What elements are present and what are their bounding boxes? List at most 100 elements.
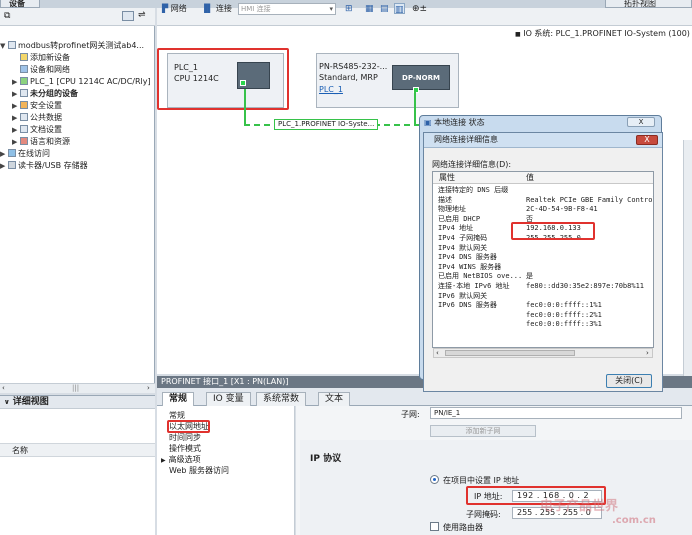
column-property[interactable]: 属性 (439, 172, 455, 183)
chevron-down-icon: ▾ (329, 5, 333, 13)
grid-icon[interactable]: ▦ (365, 3, 374, 15)
details-property-column: 连接特定的 DNS 后缀 描述 物理地址 已启用 DHCP IPv4 地址 IP… (438, 186, 526, 330)
ip-address-label: IP 地址: (474, 492, 503, 501)
expander-icon[interactable]: ▶ (12, 88, 20, 100)
network-adapter-icon: ▣ (424, 118, 432, 127)
split-view-icon[interactable]: ⇌ (138, 10, 146, 20)
tree-item-languages[interactable]: ▶ 语言和资源 (0, 136, 155, 148)
tree-item-ungrouped[interactable]: ▶ 未分组的设备 (0, 88, 155, 100)
project-tree: ▼ modbus转profinet网关测试ab4... 添加新设备 设备和网络 ▶… (0, 40, 155, 172)
scroll-right-icon[interactable]: › (147, 384, 150, 392)
list-item: 连接-本地 IPv6 地址 (438, 281, 510, 290)
list-item-value (526, 263, 653, 273)
expander-icon[interactable]: ▶ (12, 76, 20, 88)
scroll-grip-icon[interactable]: ||| (72, 384, 79, 392)
nav-item-advanced[interactable]: ▶ 高级选项 (157, 454, 294, 465)
gateway-name: PN-RS485-232-... (319, 62, 388, 71)
canvas-vertical-scrollbar[interactable] (683, 140, 692, 376)
tree-item-project[interactable]: ▼ modbus转profinet网关测试ab4... (0, 40, 155, 52)
tab-system-constants[interactable]: 系统常数 (256, 392, 307, 406)
bus-line (244, 89, 246, 125)
highlight-box (157, 48, 289, 110)
tab-texts[interactable]: 文本 (318, 392, 351, 406)
nav-item-web-server[interactable]: Web 服务器访问 (157, 465, 294, 476)
table-icon[interactable]: ▤ (380, 3, 389, 15)
watermark: 电子产品世界 (540, 499, 619, 514)
tree-item-card-reader[interactable]: ▶ 读卡器/USB 存储器 (0, 160, 155, 172)
nav-item-time-sync[interactable]: 时间同步 (157, 432, 294, 443)
detail-view-title: 详细视图 (12, 397, 49, 407)
list-item-value (526, 244, 653, 254)
scroll-left-icon[interactable]: ‹ (436, 349, 439, 357)
connection-type-select[interactable]: HMI 连接 ▾ (238, 3, 336, 15)
expander-icon[interactable]: ▶ (12, 124, 20, 136)
use-router-checkbox[interactable] (430, 522, 439, 531)
list-item-value: Realtek PCIe GBE Family Controller (526, 195, 653, 204)
expander-icon[interactable]: ▶ (161, 457, 166, 464)
tree-item-doc-settings[interactable]: ▶ 文档设置 (0, 124, 155, 136)
tab-io-tags[interactable]: IO 变量 (206, 392, 251, 406)
expander-icon[interactable]: ▶ (0, 160, 8, 172)
list-item: 连接特定的 DNS 后缀 (438, 186, 509, 194)
set-ip-in-project-label: 在项目中设置 IP 地址 (443, 476, 520, 485)
set-ip-in-project-radio[interactable] (430, 475, 439, 484)
subnet-select[interactable]: PN/IE_1 (430, 407, 682, 419)
scrollbar-thumb[interactable] (445, 350, 575, 356)
use-router-label: 使用路由器 (443, 523, 483, 532)
tree-item-common-data[interactable]: ▶ 公共数据 (0, 112, 155, 124)
scroll-right-icon[interactable]: › (646, 349, 649, 357)
list-item-value (526, 186, 653, 196)
close-icon[interactable]: X (627, 117, 655, 127)
list-item-value: fec0:0:0:ffff::3%1 (526, 320, 602, 329)
details-caption: 网络连接详细信息(D): (432, 160, 512, 169)
zoom-icon[interactable]: ⊕± (412, 3, 427, 15)
tree-horizontal-scrollbar[interactable]: ‹ ||| › (0, 383, 155, 393)
gateway-controller-link[interactable]: PLC_1 (319, 85, 343, 94)
expander-icon[interactable]: ▶ (12, 112, 20, 124)
nav-item-operating-mode[interactable]: 操作模式 (157, 443, 294, 454)
scroll-left-icon[interactable]: ‹ (2, 384, 5, 392)
bus-line (414, 90, 416, 125)
tree-item-devices-networks[interactable]: 设备和网络 (0, 64, 155, 76)
add-subnet-button[interactable]: 添加新子网 (430, 425, 536, 437)
devices-icon[interactable]: ⧉ (4, 11, 10, 21)
io-system-label: ■ IO 系统: PLC_1.PROFINET IO-System (100) (515, 29, 690, 38)
online-icon (8, 149, 16, 157)
list-item-value (526, 292, 653, 302)
list-item-value: fec0:0:0:ffff::2%1 (526, 310, 602, 319)
tree-item-online-access[interactable]: ▶ 在线访问 (0, 148, 155, 160)
highlight-box (167, 420, 210, 433)
properties-icon[interactable]: ▥ (394, 3, 405, 15)
highlight-icon[interactable]: ⊞ (345, 3, 353, 15)
close-button[interactable]: 关闭(C) (606, 374, 652, 388)
expander-icon[interactable]: ▶ (0, 148, 8, 160)
tree-item-security[interactable]: ▶ 安全设置 (0, 100, 155, 112)
connections-button[interactable]: ▐▌ 连接 (201, 3, 232, 15)
project-tree-toolbar: ⧉ ⇌ (0, 8, 155, 26)
tree-item-add-device[interactable]: 添加新设备 (0, 52, 155, 64)
tree-item-plc[interactable]: ▶ PLC_1 [CPU 1214C AC/DC/Rly] (0, 76, 155, 88)
project-icon (8, 41, 16, 49)
shield-icon (20, 101, 28, 109)
details-list-header: 属性 值 (433, 172, 653, 184)
detail-view-header[interactable]: ∨ 详细视图 (0, 395, 155, 409)
tab-topology-view[interactable]: 拓扑视图 (605, 0, 692, 8)
expander-icon[interactable]: ▼ (0, 40, 8, 52)
expander-icon[interactable]: ▶ (12, 100, 20, 112)
plc-icon (20, 77, 28, 85)
tab-devices[interactable]: 设备 (0, 0, 40, 8)
column-value[interactable]: 值 (526, 172, 534, 183)
folder-icon (20, 89, 28, 97)
expander-icon[interactable]: ▶ (12, 136, 20, 148)
list-item: 描述 (438, 195, 452, 204)
details-value-column: Realtek PCIe GBE Family Controller 2C-4D… (526, 186, 653, 330)
network-icon: ▛ (162, 4, 169, 13)
close-icon[interactable]: X (636, 135, 658, 145)
detail-column-name[interactable]: 名称 (0, 443, 155, 457)
tab-general[interactable]: 常规 (162, 392, 195, 406)
collapse-arrow-icon[interactable]: ∨ (4, 398, 10, 406)
grid-view-icon[interactable] (122, 11, 134, 21)
profinet-bus-label[interactable]: PLC_1.PROFINET IO-Syste... (274, 119, 379, 130)
network-button[interactable]: ▛ 网络 (162, 3, 187, 15)
dialog-title: 网络连接详细信息 (424, 133, 662, 148)
